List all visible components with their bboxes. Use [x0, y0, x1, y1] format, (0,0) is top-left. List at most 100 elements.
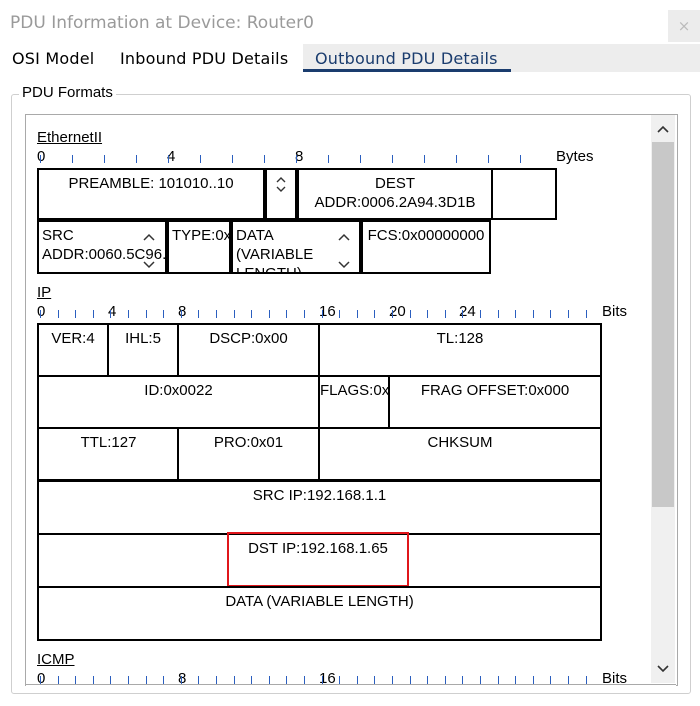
ruler-tick [145, 310, 147, 318]
src-ip-field: SRC IP:192.168.1.1 [37, 480, 602, 535]
type-field: TYPE:0x0800 [167, 220, 231, 274]
ruler-tick [356, 310, 358, 318]
ruler-tick [550, 310, 552, 318]
tab-inbound-pdu-details[interactable]: Inbound PDU Details [120, 49, 288, 68]
ruler-tick [409, 676, 411, 684]
ttl-field: TTL:127 [37, 427, 180, 481]
ruler-tick [136, 155, 137, 163]
scrollbar-thumb[interactable] [652, 142, 674, 507]
ruler-tick [198, 310, 200, 318]
ruler-tick [163, 310, 165, 318]
tab-osi-model[interactable]: OSI Model [12, 49, 94, 68]
tab-outbound-pdu-details[interactable]: Outbound PDU Details [315, 49, 498, 68]
ruler-tick [444, 676, 446, 684]
ruler-tick [110, 310, 112, 318]
chevron-up-icon [338, 233, 350, 241]
ip-ruler-unit: Bits [602, 303, 628, 320]
ruler-tick [392, 676, 393, 684]
ruler-tick [339, 310, 341, 318]
ruler-tick [427, 310, 429, 318]
scroll-down-button[interactable] [651, 657, 675, 681]
ruler-tick [286, 676, 288, 684]
ruler-tick [339, 676, 341, 684]
ruler-tick [462, 676, 464, 684]
scroll-up-button[interactable] [651, 117, 675, 141]
ruler-tick [444, 310, 446, 318]
ruler-tick [128, 676, 129, 684]
id-field: ID:0x0022 [37, 375, 320, 429]
ruler-tick [251, 310, 253, 318]
ruler-tick [321, 310, 323, 318]
ruler-tick [480, 676, 481, 684]
chevron-up-icon [143, 233, 155, 241]
ruler-tick [480, 310, 481, 318]
ruler-tick [40, 155, 41, 163]
close-icon: × [677, 17, 691, 35]
dscp-field: DSCP:0x00 [177, 323, 320, 377]
ethernet-section-title: EthernetII [37, 129, 103, 146]
ver-field: VER:4 [37, 323, 109, 377]
ip-section-title: IP [37, 284, 52, 301]
ruler-tick [200, 155, 201, 163]
ethernet-empty-cell [491, 168, 557, 220]
pdu-formats-label: PDU Formats [19, 84, 116, 101]
ruler-tick [180, 310, 182, 318]
ruler-tick [40, 310, 41, 318]
preamble-field: PREAMBLE: 101010..10 [37, 168, 265, 220]
ruler-tick [104, 155, 105, 163]
ruler-tick [360, 155, 361, 163]
ruler-tick [515, 676, 517, 684]
ruler-tick [392, 155, 393, 163]
ruler-tick [374, 676, 376, 684]
ip-ruler-label: 4 [108, 303, 117, 320]
ruler-tick [268, 310, 270, 318]
ruler-tick [568, 310, 569, 318]
ruler-tick [296, 155, 297, 163]
tl-field: TL:128 [318, 323, 602, 377]
ruler-tick [216, 676, 217, 684]
src-addr-scroll-up[interactable] [143, 226, 155, 245]
fcs-field: FCS:0x00000000 [361, 220, 491, 274]
ruler-tick [374, 310, 376, 318]
ruler-tick [92, 676, 94, 684]
ruler-tick [497, 676, 499, 684]
ip-ruler-label: 8 [178, 303, 187, 320]
ruler-tick [462, 310, 464, 318]
ruler-tick [233, 676, 235, 684]
clip-cover [26, 684, 676, 692]
ruler-tick [392, 310, 393, 318]
ethernet-ruler-unit: Bytes [556, 148, 594, 165]
chevron-down-icon [338, 261, 350, 269]
ruler-tick [75, 310, 77, 318]
ruler-tick [488, 155, 489, 163]
ruler-tick [304, 676, 305, 684]
preamble-spinner[interactable] [265, 168, 297, 220]
ruler-tick [532, 310, 534, 318]
ruler-tick [72, 155, 73, 163]
ruler-tick [427, 676, 429, 684]
ruler-tick [145, 676, 147, 684]
ruler-tick [128, 310, 129, 318]
ruler-tick [232, 155, 233, 163]
ruler-tick [233, 310, 235, 318]
ruler-tick [497, 310, 499, 318]
data-scroll-up[interactable] [338, 226, 350, 245]
ihl-field: IHL:5 [107, 323, 179, 377]
ruler-tick [40, 676, 41, 684]
ruler-tick [424, 155, 425, 163]
src-addr-scroll-down[interactable] [143, 254, 155, 273]
close-button[interactable]: × [668, 10, 700, 42]
ip-ruler-label: 0 [37, 303, 46, 320]
ruler-tick [75, 676, 77, 684]
active-tab-indicator [303, 69, 511, 72]
ruler-tick [286, 310, 288, 318]
ruler-tick [110, 676, 112, 684]
ruler-tick [520, 155, 521, 163]
chevron-down-icon [276, 186, 286, 192]
ruler-tick [456, 155, 457, 163]
ruler-tick [92, 310, 94, 318]
ruler-tick [163, 676, 165, 684]
ruler-tick [251, 676, 253, 684]
data-scroll-down[interactable] [338, 254, 350, 273]
dest-addr-field: DEST ADDR:0006.2A94.3D1B [297, 168, 493, 220]
